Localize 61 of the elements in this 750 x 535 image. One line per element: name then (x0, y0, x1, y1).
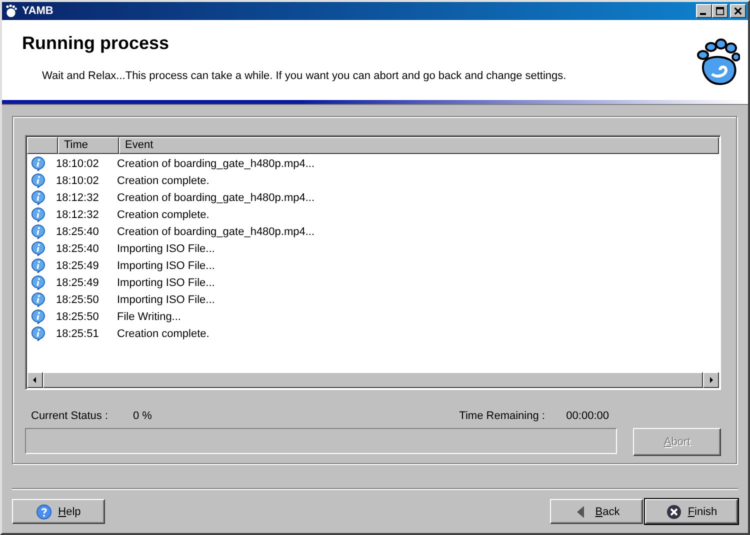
time-cell-text: 18:12:32 (56, 208, 100, 220)
minimize-button[interactable] (696, 4, 712, 18)
maximize-button[interactable] (712, 4, 728, 18)
info-icon (31, 207, 46, 222)
scroll-right-button[interactable] (703, 372, 719, 388)
time-cell-text: 18:25:49 (56, 260, 100, 272)
time-cell-text: 18:12:32 (56, 192, 100, 204)
left-arrow-icon (31, 376, 39, 384)
finish-button[interactable]: Finish (645, 499, 738, 524)
cancel-icon (666, 504, 682, 520)
page-subtitle: Wait and Relax...This process can take a while. If you want you can abort and go back and change settings. (42, 70, 568, 82)
column-header[interactable]: Time (58, 137, 119, 154)
close-button[interactable] (730, 4, 746, 18)
right-arrow-icon (707, 376, 715, 384)
time-cell-text: 18:25:40 (56, 242, 100, 254)
column-header[interactable]: Event (119, 137, 719, 154)
horizontal-scrollbar[interactable] (27, 372, 719, 388)
back-button[interactable]: Back (550, 499, 643, 524)
time-cell-text: 18:25:40 (56, 226, 100, 238)
scroll-left-button[interactable] (27, 372, 43, 388)
info-icon (31, 224, 46, 239)
foot-icon (4, 4, 18, 18)
help-icon (36, 504, 52, 520)
time-cell-text: 18:25:50 (56, 294, 100, 306)
time-cell-text: 18:10:02 (56, 158, 100, 170)
minimize-icon (700, 13, 706, 15)
event-cell: Creation of boarding_gate_h480p.mp4... (117, 192, 315, 204)
column-header[interactable] (27, 137, 58, 154)
info-icon (31, 190, 46, 205)
time-cell-text: 18:25:50 (56, 310, 100, 322)
event-cell: Creation complete. (117, 328, 210, 340)
time-remaining-label: Time Remaining : (459, 410, 546, 424)
event-cell: Importing ISO File... (117, 260, 215, 272)
time-remaining-value: 00:00:00 (566, 410, 609, 424)
info-icon (31, 241, 46, 256)
close-icon (734, 6, 742, 16)
time-cell-text: 18:10:02 (56, 174, 100, 186)
foot-icon (696, 38, 740, 86)
info-icon (31, 156, 46, 171)
info-icon (31, 326, 46, 341)
page-title: Running process (22, 33, 170, 54)
event-cell: Importing ISO File... (117, 242, 215, 254)
event-cell: Importing ISO File... (117, 276, 215, 288)
info-icon (31, 258, 46, 273)
window-title: YAMB (22, 5, 54, 17)
info-icon (31, 173, 46, 188)
status-value: 0 % (133, 410, 152, 424)
maximize-icon (716, 6, 724, 16)
status-label: Current Status : (31, 410, 110, 424)
event-cell: Creation complete. (117, 208, 210, 220)
info-icon (31, 275, 46, 290)
time-cell-text: 18:25:49 (56, 276, 100, 288)
info-icon (31, 309, 46, 324)
info-icon (31, 292, 46, 307)
event-cell: File Writing... (117, 310, 181, 322)
help-button[interactable]: Help (12, 499, 105, 524)
event-cell: Creation complete. (117, 174, 210, 186)
event-cell: Importing ISO File... (117, 294, 215, 306)
time-cell-text: 18:25:51 (56, 328, 100, 340)
event-cell: Creation of boarding_gate_h480p.mp4... (117, 226, 315, 238)
event-cell: Creation of boarding_gate_h480p.mp4... (117, 158, 315, 170)
